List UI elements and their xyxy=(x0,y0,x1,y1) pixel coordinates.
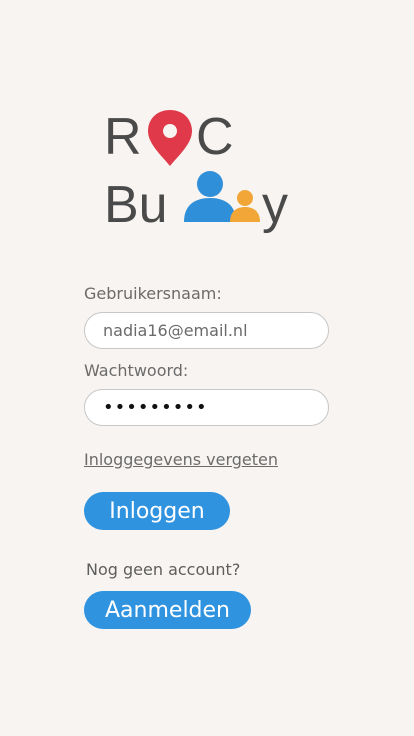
register-button[interactable]: Aanmelden xyxy=(84,591,251,629)
logo-letter-r: R xyxy=(104,108,142,166)
logo-letters-bu: Bu xyxy=(104,176,168,234)
forgot-credentials-link[interactable]: Inloggegevens vergeten xyxy=(84,450,278,469)
login-button[interactable]: Inloggen xyxy=(84,492,230,530)
username-label: Gebruikersnaam: xyxy=(84,284,222,303)
no-account-prompt: Nog geen account? xyxy=(86,560,241,579)
logo-letter-c: C xyxy=(196,108,234,166)
people-icon xyxy=(184,171,260,222)
map-pin-icon xyxy=(148,110,192,166)
roc-buddy-logo-graphic: R C Bu y xyxy=(104,108,288,234)
password-field[interactable] xyxy=(84,389,329,426)
username-field[interactable] xyxy=(84,312,329,349)
app-logo: R C Bu y xyxy=(104,104,300,240)
logo-letter-y: y xyxy=(262,176,288,234)
password-label: Wachtwoord: xyxy=(84,361,189,380)
